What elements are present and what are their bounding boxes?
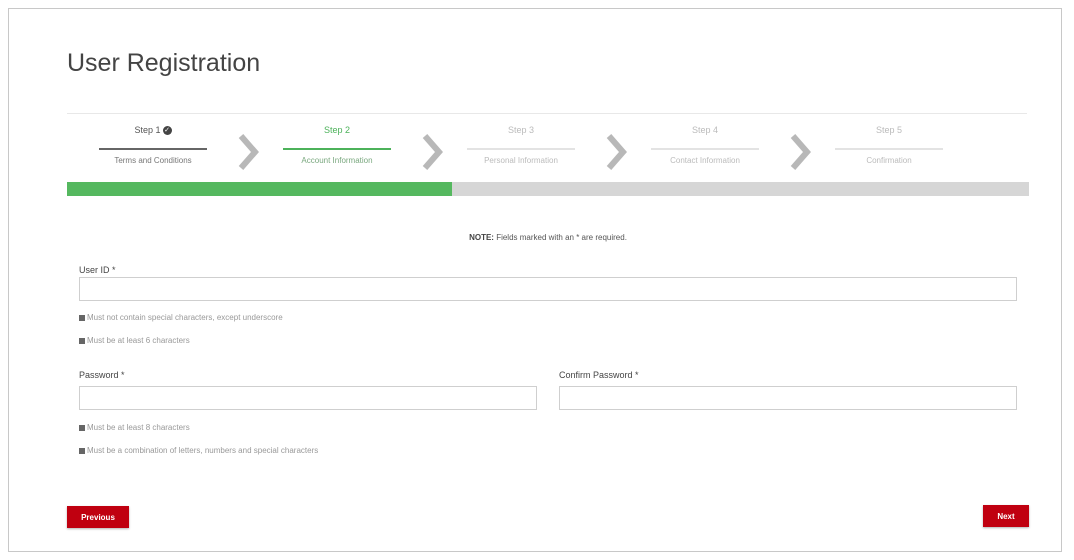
step-3-description: Personal Information bbox=[484, 156, 558, 165]
step-4-label: Step 4 bbox=[691, 125, 719, 135]
chevron-right-icon bbox=[790, 134, 811, 170]
step-5-description: Confirmation bbox=[866, 156, 912, 165]
confirm-password-input[interactable] bbox=[559, 386, 1017, 410]
title-divider bbox=[67, 113, 1027, 114]
user-id-hint-1: Must not contain special characters, exc… bbox=[79, 313, 283, 322]
bullet-square-icon bbox=[79, 337, 85, 344]
next-button[interactable]: Next bbox=[983, 505, 1029, 527]
step-3-indicator bbox=[467, 148, 575, 150]
password-hint-1: Must be at least 8 characters bbox=[79, 423, 190, 432]
password-input[interactable] bbox=[79, 386, 537, 410]
bullet-square-icon bbox=[79, 314, 85, 321]
chevron-right-icon bbox=[422, 134, 443, 170]
progress-bar-fill bbox=[67, 182, 452, 196]
step-2-indicator bbox=[283, 148, 391, 150]
confirm-password-label: Confirm Password * bbox=[559, 370, 639, 380]
step-2-label: Step 2 bbox=[323, 125, 351, 135]
step-1[interactable]: Step 1 ✓ Terms and Conditions bbox=[99, 122, 207, 165]
progress-bar bbox=[67, 182, 1029, 196]
step-4-description: Contact Information bbox=[670, 156, 740, 165]
bullet-square-icon bbox=[79, 424, 85, 431]
step-5[interactable]: Step 5 Confirmation bbox=[835, 122, 943, 165]
step-4-indicator bbox=[651, 148, 759, 150]
step-2-description: Account Information bbox=[301, 156, 373, 165]
step-3[interactable]: Step 3 Personal Information bbox=[467, 122, 575, 165]
required-fields-note: NOTE: Fields marked with an * are requir… bbox=[67, 233, 1029, 242]
chevron-right-icon bbox=[606, 134, 627, 170]
note-text: Fields marked with an * are required. bbox=[496, 233, 627, 242]
step-2[interactable]: Step 2 Account Information bbox=[283, 122, 391, 165]
step-5-label: Step 5 bbox=[875, 125, 903, 135]
note-prefix: NOTE: bbox=[469, 233, 494, 242]
step-4[interactable]: Step 4 Contact Information bbox=[651, 122, 759, 165]
registration-panel: User Registration Step 1 ✓ Terms and Cond… bbox=[8, 8, 1062, 552]
step-5-indicator bbox=[835, 148, 943, 150]
step-1-indicator bbox=[99, 148, 207, 150]
user-id-hint-2: Must be at least 6 characters bbox=[79, 336, 190, 345]
step-1-description: Terms and Conditions bbox=[114, 156, 192, 165]
step-3-label: Step 3 bbox=[507, 125, 535, 135]
step-wizard: Step 1 ✓ Terms and Conditions Step 2 Acco… bbox=[99, 122, 959, 182]
user-id-input[interactable] bbox=[79, 277, 1017, 301]
page-title: User Registration bbox=[67, 49, 261, 77]
password-label: Password * bbox=[79, 370, 125, 380]
previous-button[interactable]: Previous bbox=[67, 506, 129, 528]
user-id-label: User ID * bbox=[79, 265, 116, 275]
check-circle-icon: ✓ bbox=[162, 126, 172, 136]
password-hint-2: Must be a combination of letters, number… bbox=[79, 446, 318, 455]
step-1-label: Step 1 bbox=[134, 125, 161, 135]
chevron-right-icon bbox=[238, 134, 259, 170]
bullet-square-icon bbox=[79, 447, 85, 454]
